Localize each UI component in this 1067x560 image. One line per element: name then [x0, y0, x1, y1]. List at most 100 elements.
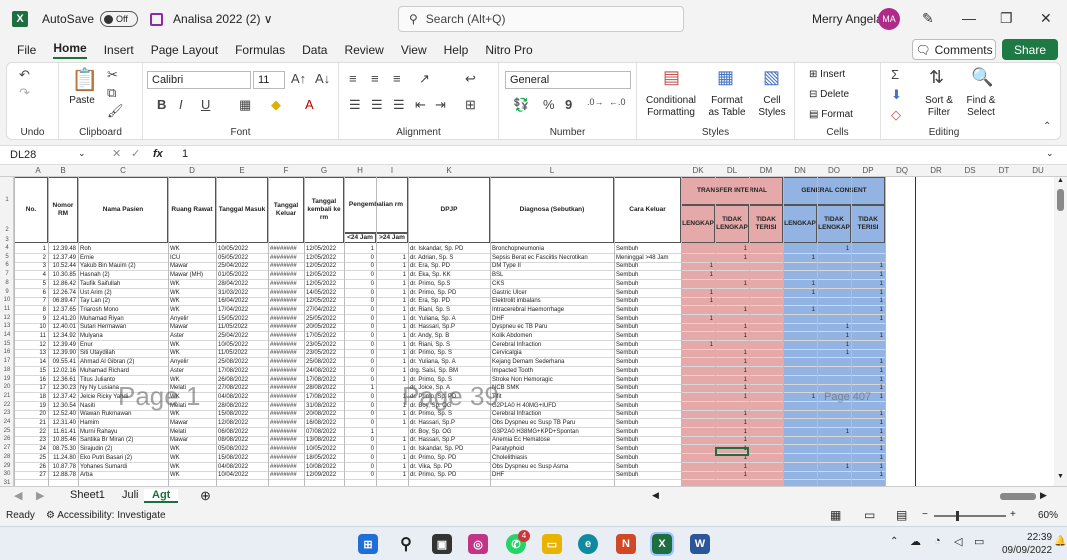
- table-cell[interactable]: 25/08/2022: [218, 358, 266, 366]
- table-cell[interactable]: 20/05/2022: [306, 323, 342, 331]
- table-cell[interactable]: ########: [270, 262, 302, 270]
- table-cell[interactable]: 1: [717, 367, 747, 375]
- table-cell[interactable]: 1: [785, 280, 815, 288]
- table-cell[interactable]: 1: [378, 471, 406, 479]
- table-cell[interactable]: Mawar: [170, 262, 214, 270]
- table-cell[interactable]: 13: [16, 349, 46, 357]
- row-header[interactable]: 25: [0, 428, 14, 434]
- enter-entry-icon[interactable]: ✓: [131, 147, 140, 160]
- table-cell[interactable]: Cholelithiasis: [492, 454, 612, 462]
- table-cell[interactable]: 25/05/2022: [306, 315, 342, 323]
- table-cell[interactable]: 1: [819, 341, 849, 349]
- table-cell[interactable]: 12/08/2022: [218, 419, 266, 427]
- table-cell[interactable]: 1: [683, 289, 713, 297]
- undo-icon[interactable]: ↶: [19, 67, 30, 83]
- header-ti-tidak-terisi[interactable]: TIDAK TERISI: [749, 205, 783, 243]
- menu-page-layout[interactable]: Page Layout: [151, 43, 218, 57]
- table-cell[interactable]: BSL: [492, 271, 612, 279]
- table-cell[interactable]: Mawar: [170, 419, 214, 427]
- table-cell[interactable]: DHF: [492, 315, 612, 323]
- header-ti-tidak-lengkap[interactable]: TIDAK LENGKAP: [715, 205, 749, 243]
- save-icon[interactable]: [150, 12, 164, 26]
- normal-view-icon[interactable]: ▦: [830, 508, 841, 522]
- column-header-e[interactable]: E: [216, 166, 268, 175]
- table-cell[interactable]: Sembuh: [616, 280, 679, 288]
- menu-help[interactable]: Help: [444, 43, 469, 57]
- table-cell[interactable]: 0: [346, 358, 374, 366]
- table-cell[interactable]: 12.30.54: [50, 402, 76, 410]
- fill-icon[interactable]: ⬇: [891, 87, 902, 103]
- hscroll-left-icon[interactable]: ◀: [652, 490, 659, 501]
- table-cell[interactable]: Sembuh: [616, 454, 679, 462]
- table-cell[interactable]: 0: [346, 306, 374, 314]
- close-icon[interactable]: ✕: [1040, 10, 1052, 27]
- windows-start-icon[interactable]: ⊞: [358, 534, 378, 554]
- scroll-down-icon[interactable]: ▼: [1057, 473, 1064, 480]
- table-cell[interactable]: 12.86.42: [50, 280, 76, 288]
- table-cell[interactable]: 0: [346, 297, 374, 305]
- table-cell[interactable]: Sembuh: [616, 271, 679, 279]
- header-general-consent[interactable]: GENERAL CONSENT: [783, 177, 885, 205]
- table-cell[interactable]: 1: [785, 306, 815, 314]
- table-cell[interactable]: 18: [16, 393, 46, 401]
- table-cell[interactable]: WK: [170, 289, 214, 297]
- table-cell[interactable]: Sepsis Berat ec Fasciitis Necrotikan: [492, 254, 612, 262]
- table-cell[interactable]: Anyelir: [170, 315, 214, 323]
- table-cell[interactable]: 1: [853, 367, 883, 375]
- table-cell[interactable]: 0: [346, 271, 374, 279]
- table-cell[interactable]: Impacted Tooth: [492, 367, 612, 375]
- table-cell[interactable]: 1: [683, 315, 713, 323]
- accounting-icon[interactable]: 💱: [513, 97, 529, 113]
- zoom-slider[interactable]: [934, 515, 1006, 517]
- table-cell[interactable]: 12/05/2022: [306, 280, 342, 288]
- table-cell[interactable]: Sembuh: [616, 376, 679, 384]
- table-cell[interactable]: 12.37.65: [50, 306, 76, 314]
- table-cell[interactable]: 10/05/2022: [218, 341, 266, 349]
- table-cell[interactable]: 1: [853, 445, 883, 453]
- table-cell[interactable]: Sembuh: [616, 323, 679, 331]
- copy-icon[interactable]: ⧉: [107, 85, 116, 101]
- cancel-entry-icon[interactable]: ✕: [112, 147, 121, 160]
- table-cell[interactable]: 25/08/2022: [306, 358, 342, 366]
- table-cell[interactable]: 1: [853, 358, 883, 366]
- font-size-select[interactable]: 11: [253, 71, 285, 89]
- table-cell[interactable]: Sembuh: [616, 367, 679, 375]
- menu-formulas[interactable]: Formulas: [235, 43, 285, 57]
- table-cell[interactable]: Mawar (MH): [170, 271, 214, 279]
- table-cell[interactable]: 19: [16, 402, 46, 410]
- table-cell[interactable]: 1: [378, 436, 406, 444]
- table-cell[interactable]: 12.34.92: [50, 332, 76, 340]
- table-cell[interactable]: 12.52.40: [50, 410, 76, 418]
- header-kembali[interactable]: Tanggal kembali ke rm: [304, 177, 344, 243]
- table-cell[interactable]: 10.87.78: [50, 463, 76, 471]
- delete-cells-button[interactable]: ⊟ Delete: [809, 89, 849, 101]
- table-cell[interactable]: ########: [270, 471, 302, 479]
- table-cell[interactable]: ########: [270, 323, 302, 331]
- menu-insert[interactable]: Insert: [104, 43, 134, 57]
- table-cell[interactable]: 11: [16, 332, 46, 340]
- row-header[interactable]: 3: [0, 237, 14, 243]
- document-title[interactable]: Analisa 2022 (2) ∨: [173, 12, 273, 26]
- table-cell[interactable]: Sembuh: [616, 349, 679, 357]
- orientation-icon[interactable]: ↗: [419, 71, 430, 87]
- table-cell[interactable]: Mawar: [170, 436, 214, 444]
- table-cell[interactable]: 5: [16, 280, 46, 288]
- table-cell[interactable]: dr. Iskandar, Sp. PD: [410, 245, 488, 253]
- zoom-in-icon[interactable]: +: [1010, 509, 1016, 520]
- table-cell[interactable]: 10: [16, 323, 46, 331]
- table-cell[interactable]: Melati: [170, 428, 214, 436]
- table-cell[interactable]: 1: [853, 280, 883, 288]
- volume-icon[interactable]: ◁: [954, 535, 962, 548]
- table-cell[interactable]: 0: [346, 332, 374, 340]
- table-cell[interactable]: Muhamad Riyan: [80, 315, 166, 323]
- align-top-icon[interactable]: ≡: [349, 71, 357, 86]
- number-format-select[interactable]: General: [505, 71, 631, 89]
- table-cell[interactable]: 1: [346, 428, 374, 436]
- table-cell[interactable]: 12.39.48: [50, 245, 76, 253]
- sort-filter-button[interactable]: Sort & Filter: [921, 95, 957, 119]
- table-cell[interactable]: 12/05/2022: [306, 254, 342, 262]
- table-cell[interactable]: Enur: [80, 341, 166, 349]
- column-header-dn[interactable]: DN: [783, 166, 817, 175]
- percent-button[interactable]: %: [543, 97, 555, 112]
- table-cell[interactable]: DHF: [492, 471, 612, 479]
